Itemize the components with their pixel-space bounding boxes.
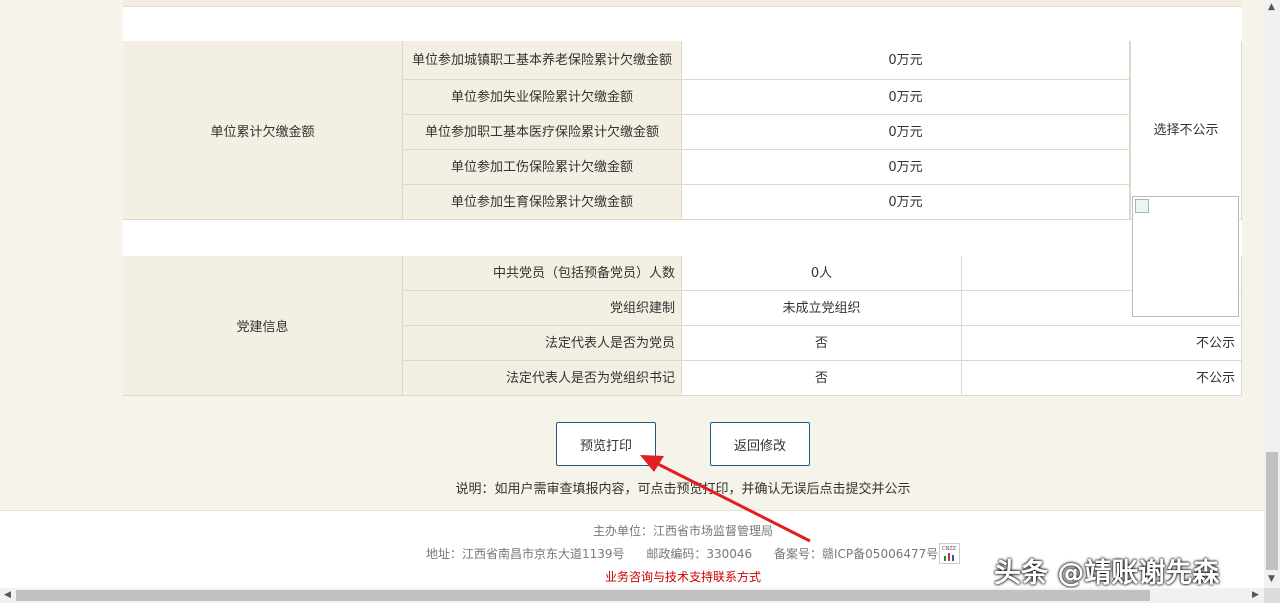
page: 单位累计欠缴金额 单位参加城镇职工基本养老保险累计欠缴金额 0万元 单位参加失业… [0, 0, 1264, 589]
vertical-scroll-thumb[interactable] [1266, 452, 1278, 570]
scroll-down-icon[interactable]: ▼ [1268, 574, 1275, 584]
scroll-right-icon[interactable]: ▶ [1252, 590, 1259, 600]
horizontal-scrollbar[interactable]: ◀ ▶ [0, 588, 1264, 603]
scroll-up-icon[interactable]: ▲ [1268, 2, 1275, 12]
scroll-left-icon[interactable]: ◀ [4, 590, 11, 600]
vertical-scrollbar[interactable]: ▲ ▼ [1264, 0, 1280, 588]
scrollbar-corner [1264, 588, 1280, 603]
horizontal-scroll-thumb[interactable] [16, 590, 1150, 601]
annotation-arrow [640, 455, 811, 543]
watermark: 头条 @靖账谢先森 [994, 558, 1220, 589]
